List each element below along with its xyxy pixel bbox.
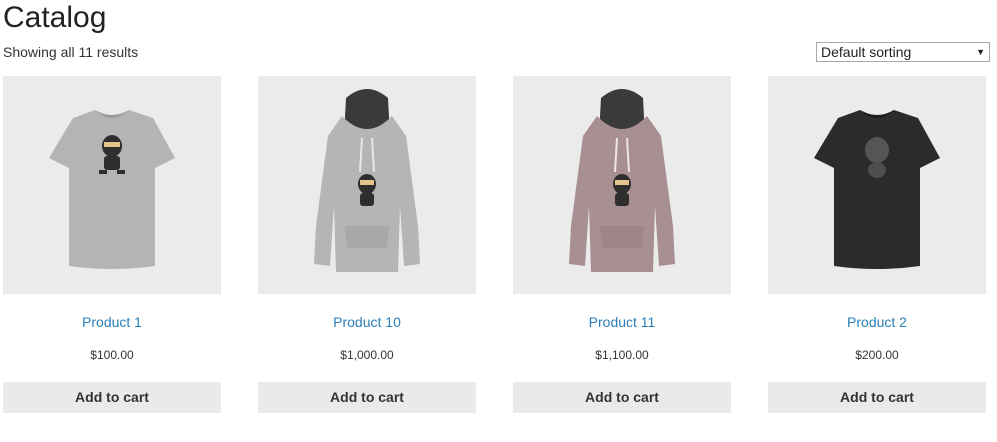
product-price: $200.00 (855, 348, 899, 362)
product-name-link[interactable]: Product 2 (768, 314, 986, 330)
add-to-cart-button[interactable]: Add to cart (258, 382, 476, 413)
product-image[interactable] (513, 76, 731, 294)
add-to-cart-button[interactable]: Add to cart (768, 382, 986, 413)
add-to-cart-button[interactable]: Add to cart (513, 382, 731, 413)
sorting-select-value: Default sorting (821, 44, 912, 60)
dropdown-arrow-icon: ▼ (976, 47, 985, 57)
add-to-cart-button[interactable]: Add to cart (3, 382, 221, 413)
catalog-page: Catalog Showing all 11 results Default s… (0, 0, 997, 442)
black-tshirt-icon (814, 110, 940, 269)
product-image[interactable] (258, 76, 476, 294)
product-price: $1,000.00 (340, 348, 394, 362)
product-card: Product 11 $1,100.00 Add to cart (513, 76, 731, 413)
product-name-link[interactable]: Product 1 (3, 314, 221, 330)
grey-hoodie-ninja-icon (314, 89, 420, 272)
page-title: Catalog (3, 1, 107, 34)
product-name-link[interactable]: Product 11 (513, 314, 731, 330)
product-image[interactable] (3, 76, 221, 294)
product-card: Product 10 $1,000.00 Add to cart (258, 76, 476, 413)
product-image[interactable] (768, 76, 986, 294)
product-name-link[interactable]: Product 10 (258, 314, 476, 330)
product-card: Product 2 $200.00 Add to cart (768, 76, 986, 413)
product-price: $1,100.00 (595, 348, 649, 362)
grey-tshirt-ninja-icon (49, 110, 175, 269)
pink-hoodie-ninja-icon (569, 89, 675, 272)
result-count: Showing all 11 results (3, 44, 139, 60)
product-price: $100.00 (90, 348, 134, 362)
sorting-select[interactable]: Default sorting ▼ (816, 42, 990, 62)
product-card: Product 1 $100.00 Add to cart (3, 76, 221, 413)
